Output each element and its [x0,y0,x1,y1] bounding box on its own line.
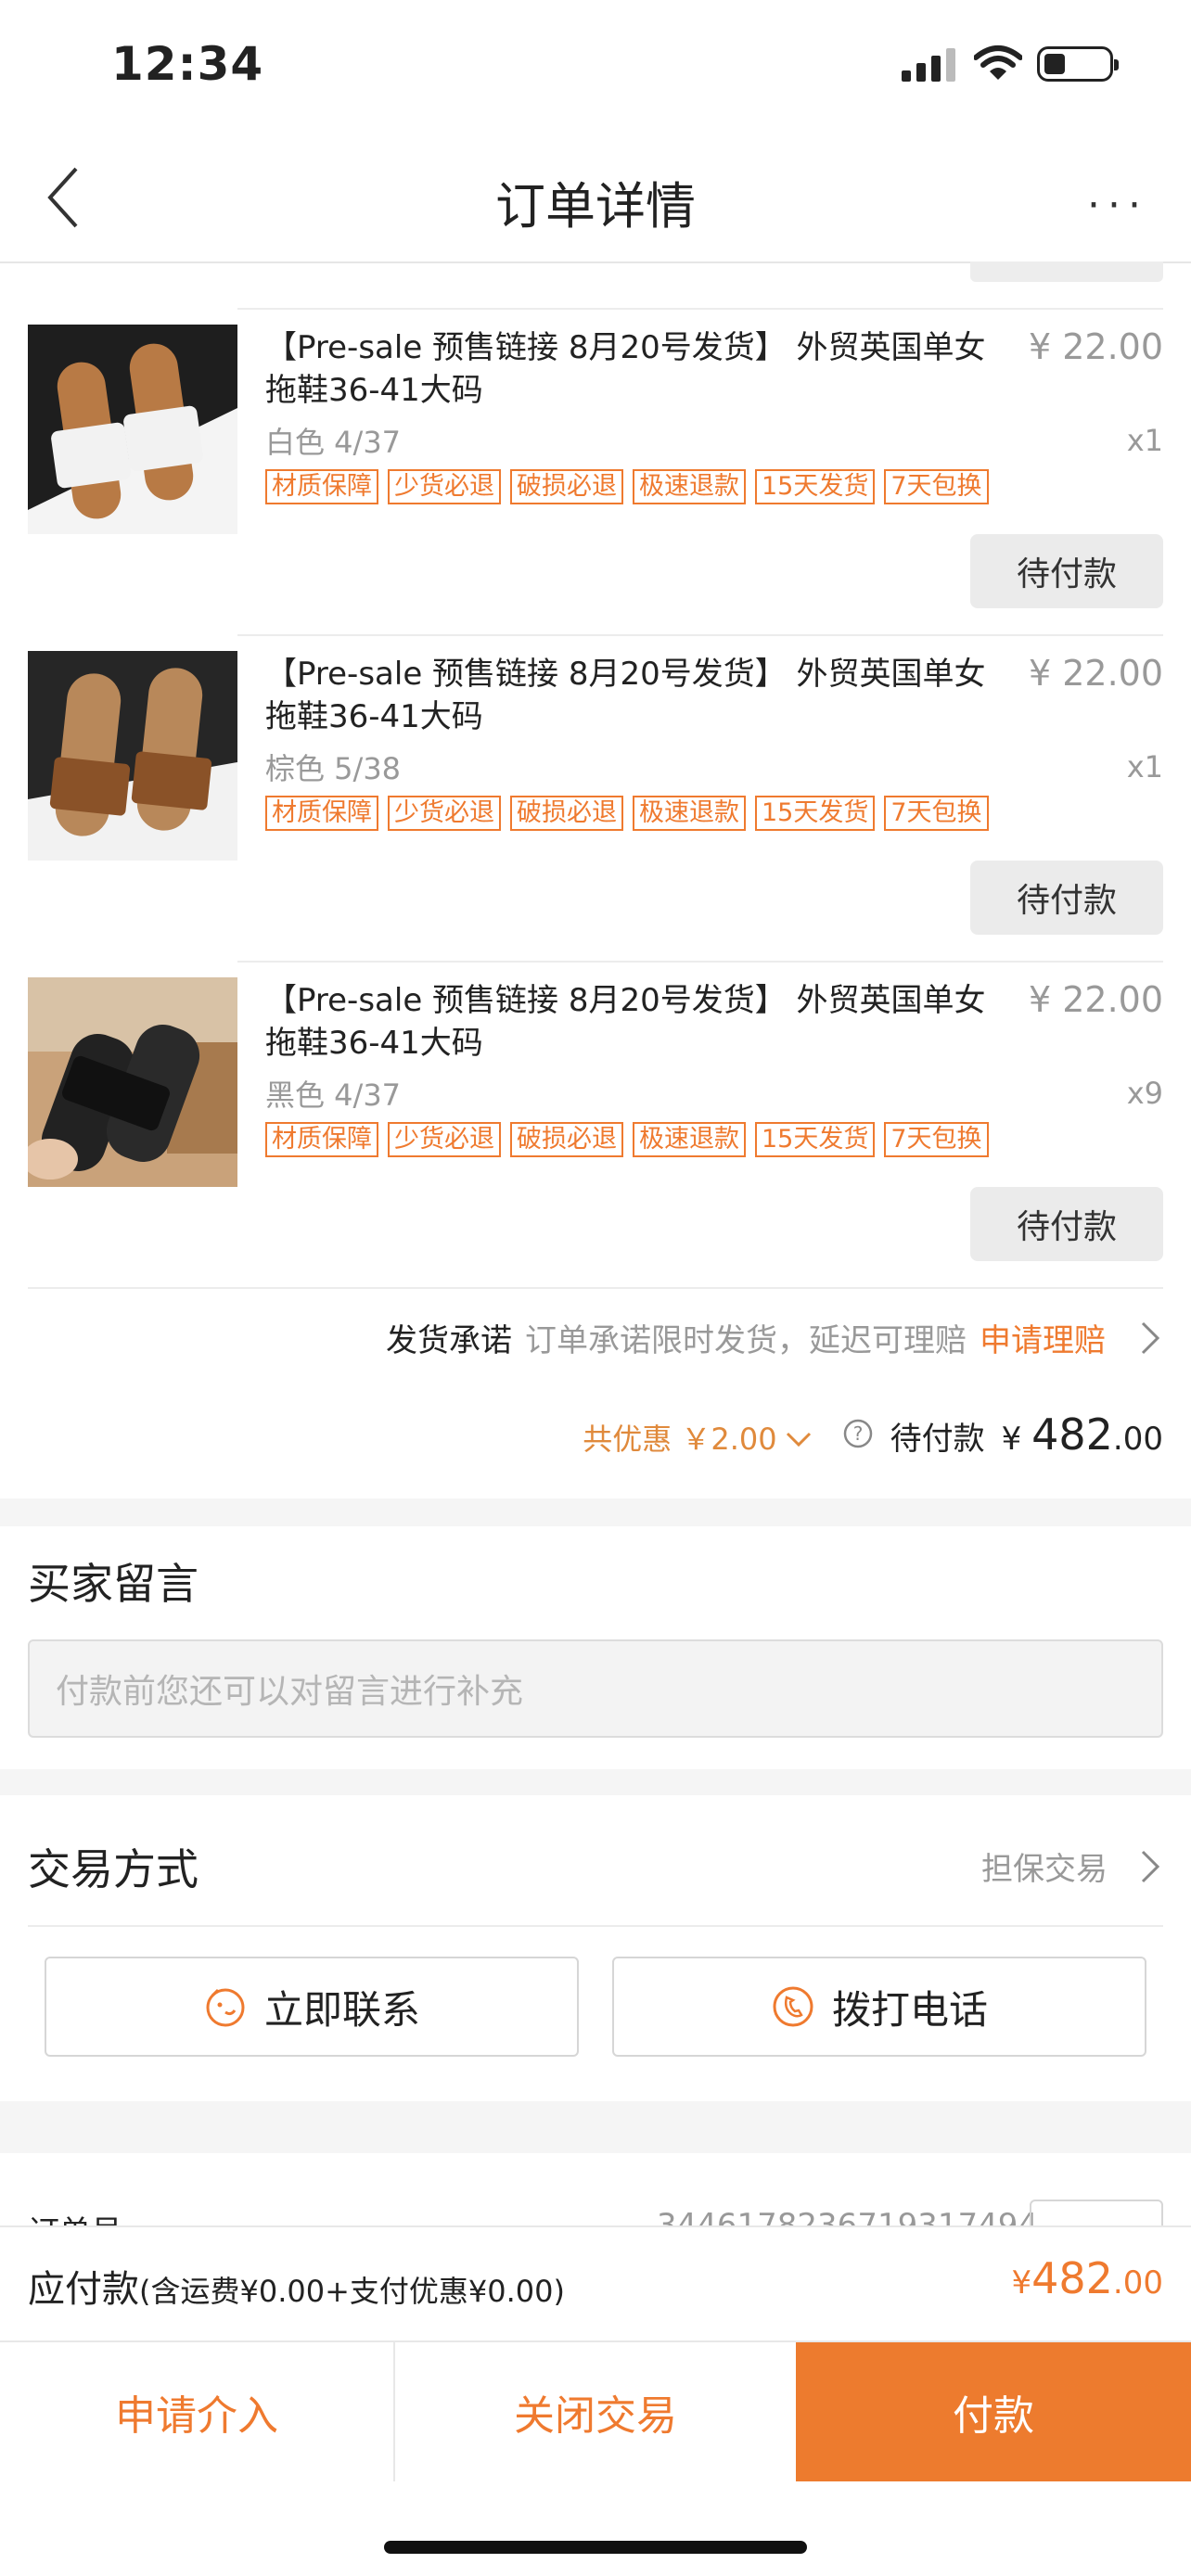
tag: 破损必退 [510,469,623,504]
item-spec: 棕色 5/38 [265,751,402,786]
item-divider [237,961,1163,963]
more-icon[interactable]: ··· [1087,182,1148,229]
item-spec: 白色 4/37 [265,425,402,460]
tag: 15天发货 [755,1122,876,1157]
section-gap [0,2101,1191,2153]
home-indicator [384,2541,807,2554]
tag: 极速退款 [633,469,746,504]
payment-status: 待付款 [890,1421,985,1458]
tag: 15天发货 [755,469,876,504]
order-summary: 共优惠 ￥2.00 ? 待付款 ¥ 482.00 [583,1409,1163,1460]
tag: 少货必退 [388,469,501,504]
trade-method-title: 交易方式 [28,1844,198,1894]
service-tags: 材质保障 少货必退 破损必退 极速退款 15天发货 7天包换 [265,1122,989,1157]
cellular-signal-icon [902,48,955,82]
shipping-promise-row[interactable]: 发货承诺 订单承诺限时发货，延迟可理赔 申请理赔 [386,1315,1163,1360]
item-title[interactable]: 【Pre-sale 预售链接 8月20号发货】 外贸英国单女拖鞋36-41大码 [265,653,1007,738]
battery-icon [1037,46,1119,82]
item-title[interactable]: 【Pre-sale 预售链接 8月20号发货】 外贸英国单女拖鞋36-41大码 [265,326,1007,412]
call-phone-button[interactable]: 拨打电话 [612,1957,1146,2057]
tag: 少货必退 [388,1122,501,1157]
contact-seller-label: 立即联系 [263,1986,420,2033]
tag: 破损必退 [510,1122,623,1157]
close-transaction-button[interactable]: 关闭交易 [397,2342,794,2481]
product-thumbnail-black[interactable] [28,977,237,1187]
help-icon[interactable]: ? [842,1418,874,1449]
due-detail: (含运费¥0.00+支付优惠¥0.00) [139,2274,566,2309]
item-spec: 黑色 4/37 [265,1078,402,1113]
total-amount: ¥ 482.00 [1002,1409,1163,1460]
buyer-message-title: 买家留言 [28,1559,198,1609]
promise-text: 订单承诺限时发货，延迟可理赔 [525,1322,967,1359]
request-intervention-button[interactable]: 申请介入 [0,2342,395,2481]
product-thumbnail-brown[interactable] [28,651,237,861]
status-time: 12:34 [111,37,264,91]
trade-method-row[interactable]: 担保交易 [981,1843,1163,1889]
section-gap [0,1498,1191,1526]
tag: 7天包换 [884,1122,989,1157]
trade-method-value: 担保交易 [981,1851,1108,1888]
tag: 材质保障 [265,796,378,831]
tag: 极速退款 [633,796,746,831]
promise-label: 发货承诺 [386,1322,512,1359]
pending-payment-button[interactable]: 待付款 [970,534,1163,608]
tag: 15天发货 [755,796,876,831]
claim-link[interactable]: 申请理赔 [980,1315,1106,1360]
due-currency: ¥ [1011,2264,1032,2302]
buyer-message-input[interactable]: 付款前您还可以对留言进行补充 [28,1639,1163,1738]
service-tags: 材质保障 少货必退 破损必退 极速退款 15天发货 7天包换 [265,469,989,504]
chevron-down-icon[interactable] [785,1431,813,1449]
amount-due-value: ¥482.00 [1011,2253,1163,2303]
pending-payment-button[interactable]: 待付款 [970,861,1163,935]
svg-text:?: ? [852,1422,863,1445]
page-title: 订单详情 [495,177,696,236]
chat-smile-icon [206,1988,245,2027]
tag: 少货必退 [388,796,501,831]
tag: 极速退款 [633,1122,746,1157]
item-qty: x1 [1126,423,1163,458]
due-label-text: 应付款 [28,2268,139,2311]
phone-icon [773,1986,813,2027]
tag: 7天包换 [884,796,989,831]
tag: 破损必退 [510,796,623,831]
section-divider [28,1287,1163,1289]
chevron-right-icon [1141,1850,1160,1882]
tag: 材质保障 [265,469,378,504]
item-price: ¥ 22.00 [1028,979,1163,1020]
discount-label[interactable]: 共优惠 ￥2.00 [583,1416,776,1459]
service-tags: 材质保障 少货必退 破损必退 极速退款 15天发货 7天包换 [265,796,989,831]
item-qty: x1 [1126,749,1163,784]
chevron-right-icon [1141,1321,1160,1354]
total-int: 482 [1031,1409,1113,1460]
total-dec: .00 [1112,1421,1163,1458]
tag: 7天包换 [884,469,989,504]
item-price: ¥ 22.00 [1028,326,1163,367]
item-price: ¥ 22.00 [1028,653,1163,694]
tag: 材质保障 [265,1122,378,1157]
contact-seller-button[interactable]: 立即联系 [45,1957,579,2057]
amount-due-label: 应付款(含运费¥0.00+支付优惠¥0.00) [28,2259,565,2313]
product-thumbnail-white[interactable] [28,325,237,534]
section-divider [28,1925,1163,1927]
section-gap [0,1769,1191,1795]
pay-button[interactable]: 付款 [796,2342,1191,2481]
item-divider [237,308,1163,310]
pending-payment-button[interactable]: 待付款 [970,1187,1163,1261]
item-qty: x9 [1126,1076,1163,1111]
currency-symbol: ¥ [1001,1421,1022,1458]
due-dec: .00 [1112,2264,1163,2302]
item-divider [237,634,1163,636]
item-title[interactable]: 【Pre-sale 预售链接 8月20号发货】 外贸英国单女拖鞋36-41大码 [265,979,1007,1065]
due-int: 482 [1031,2253,1113,2303]
partial-button[interactable] [970,261,1163,282]
wifi-icon [974,45,1022,80]
call-phone-label: 拨打电话 [831,1986,988,2033]
